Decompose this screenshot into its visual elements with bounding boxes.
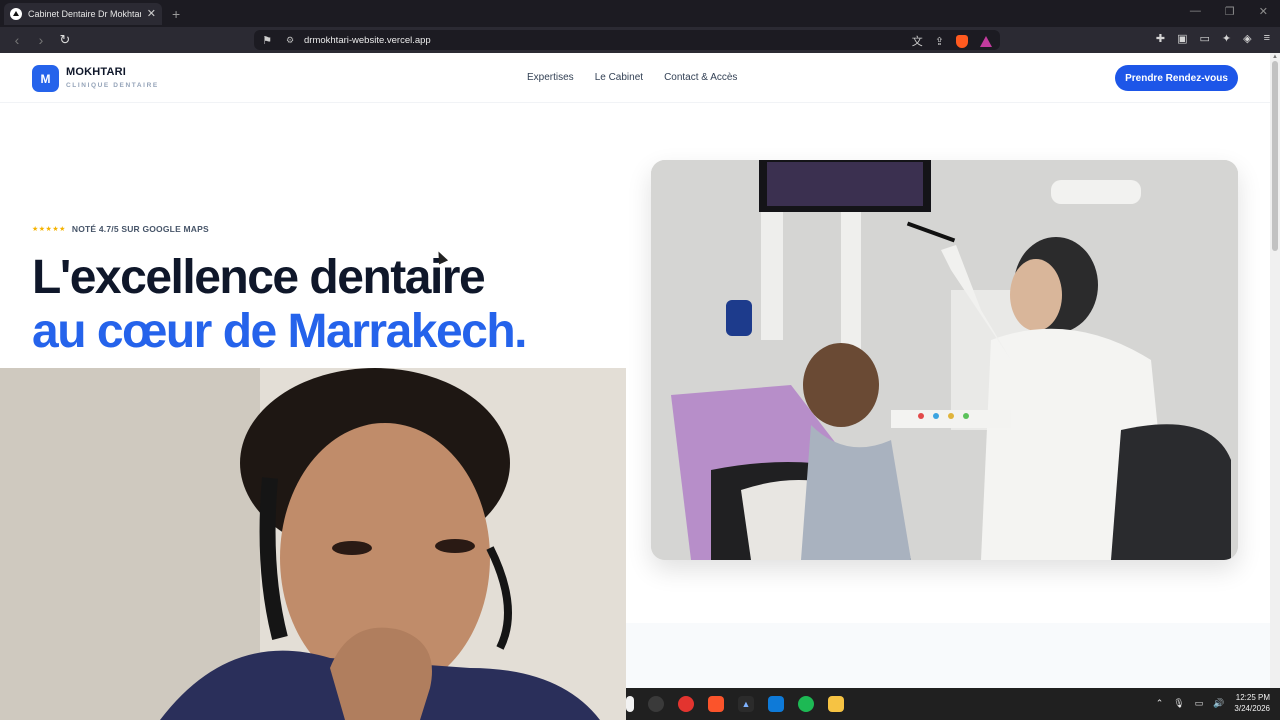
arc-icon[interactable]: ▲ — [738, 696, 754, 712]
browser-toolbar: ‹ › ↻ ⚑ ⚙ drmokhtari-website.vercel.app … — [0, 27, 1280, 53]
rating-text: NOTÉ 4.7/5 SUR GOOGLE MAPS — [71, 224, 209, 234]
extensions-icon[interactable]: ✚ — [1156, 32, 1165, 45]
clock[interactable]: 12:25 PM 3/24/2026 — [1234, 692, 1270, 714]
translate-icon[interactable]: 文 — [912, 33, 923, 49]
site-favicon-icon — [10, 7, 22, 20]
file-explorer-icon[interactable] — [828, 696, 844, 712]
share-icon[interactable]: ⇪ — [935, 35, 944, 48]
back-icon[interactable]: ‹ — [10, 32, 24, 48]
leo-ai-icon[interactable]: ✦ — [1222, 32, 1231, 45]
reader-icon[interactable]: ▣ — [1177, 32, 1187, 45]
url-text[interactable]: drmokhtari-website.vercel.app — [304, 35, 431, 46]
scrollbar-thumb[interactable] — [1272, 61, 1278, 251]
microphone-icon[interactable]: 🎙 — [1173, 698, 1184, 709]
browser-tab-bar: Cabinet Dentaire Dr Mokhtari N ✕ + — ❐ ✕ — [0, 0, 1280, 27]
site-info-icon[interactable]: ⚙ — [286, 35, 296, 45]
windows-taskbar: ▲ ⌃ 🎙 ▭ 🔊 12:25 PM 3/24/2026 — [626, 688, 1280, 720]
clock-date: 3/24/2026 — [1234, 704, 1270, 713]
volume-icon[interactable]: 🔊 — [1213, 698, 1224, 709]
rating-stars-icon: ★★★★★ — [32, 226, 66, 233]
task-view-icon[interactable] — [626, 696, 634, 712]
chrome-icon[interactable] — [678, 696, 694, 712]
nav-le-cabinet[interactable]: Le Cabinet — [595, 72, 643, 83]
nav-contact[interactable]: Contact & Accès — [664, 72, 737, 83]
clock-time: 12:25 PM — [1235, 693, 1270, 702]
brand[interactable]: MOKHTARI CLINIQUE DENTAIRE — [66, 66, 159, 89]
minimize-icon[interactable]: — — [1190, 5, 1201, 18]
brand-name: MOKHTARI — [66, 66, 127, 78]
nav-expertises[interactable]: Expertises — [527, 72, 574, 83]
headline-line-1: L'excellence dentaire — [32, 251, 486, 304]
brave-icon[interactable] — [708, 696, 724, 712]
bookmark-icon[interactable]: ⚑ — [260, 33, 274, 47]
rating-badge: ★★★★★ NOTÉ 4.7/5 SUR GOOGLE MAPS — [32, 224, 209, 234]
menu-icon[interactable]: ≡ — [1264, 32, 1270, 45]
hero-dental-photo — [651, 160, 1238, 560]
display-icon[interactable]: ▭ — [1195, 698, 1204, 709]
tab-close-icon[interactable]: ✕ — [147, 7, 156, 20]
nav-buttons: ‹ › ↻ — [10, 32, 72, 48]
app-icon-obs[interactable] — [648, 696, 664, 712]
vpn-icon[interactable]: ◈ — [1243, 32, 1251, 45]
brave-rewards-icon[interactable] — [980, 35, 992, 47]
brave-shields-icon[interactable] — [956, 34, 968, 48]
brand-subtitle: CLINIQUE DENTAIRE — [66, 82, 159, 89]
tray-chevron-icon[interactable]: ⌃ — [1156, 698, 1164, 709]
new-tab-button[interactable]: + — [172, 6, 180, 22]
close-window-icon[interactable]: ✕ — [1259, 5, 1268, 18]
taskbar-apps: ▲ — [626, 696, 844, 712]
site-header: M MOKHTARI CLINIQUE DENTAIRE Expertises … — [0, 53, 1270, 103]
window-controls: — ❐ ✕ — [1190, 5, 1268, 18]
tab-title: Cabinet Dentaire Dr Mokhtari N — [28, 8, 141, 19]
webcam-overlay — [0, 368, 626, 720]
browser-tab[interactable]: Cabinet Dentaire Dr Mokhtari N ✕ — [4, 2, 162, 25]
hero-headline: L'excellence dentaire au cœur de Marrake… — [32, 251, 528, 359]
page-scrollbar[interactable]: ▲ — [1270, 53, 1280, 720]
book-appointment-button[interactable]: Prendre Rendez-vous — [1115, 65, 1238, 91]
clinic-logo[interactable]: M — [32, 65, 59, 92]
headline-line-2: au cœur de Marrakech. — [32, 305, 528, 358]
scroll-up-icon[interactable]: ▲ — [1272, 54, 1278, 60]
vscode-icon[interactable] — [768, 696, 784, 712]
maximize-icon[interactable]: ❐ — [1225, 5, 1235, 18]
forward-icon[interactable]: › — [34, 32, 48, 48]
browser-extras: ✚ ▣ ▭ ✦ ◈ ≡ — [1156, 32, 1270, 45]
main-nav: Expertises Le Cabinet Contact & Accès — [527, 72, 737, 83]
system-tray: ⌃ 🎙 ▭ 🔊 12:25 PM 3/24/2026 — [1156, 692, 1270, 714]
reload-icon[interactable]: ↻ — [58, 32, 72, 48]
address-bar[interactable]: ⚑ ⚙ drmokhtari-website.vercel.app 文 ⇪ — [254, 30, 1000, 50]
spotify-icon[interactable] — [798, 696, 814, 712]
wallet-icon[interactable]: ▭ — [1199, 32, 1209, 45]
